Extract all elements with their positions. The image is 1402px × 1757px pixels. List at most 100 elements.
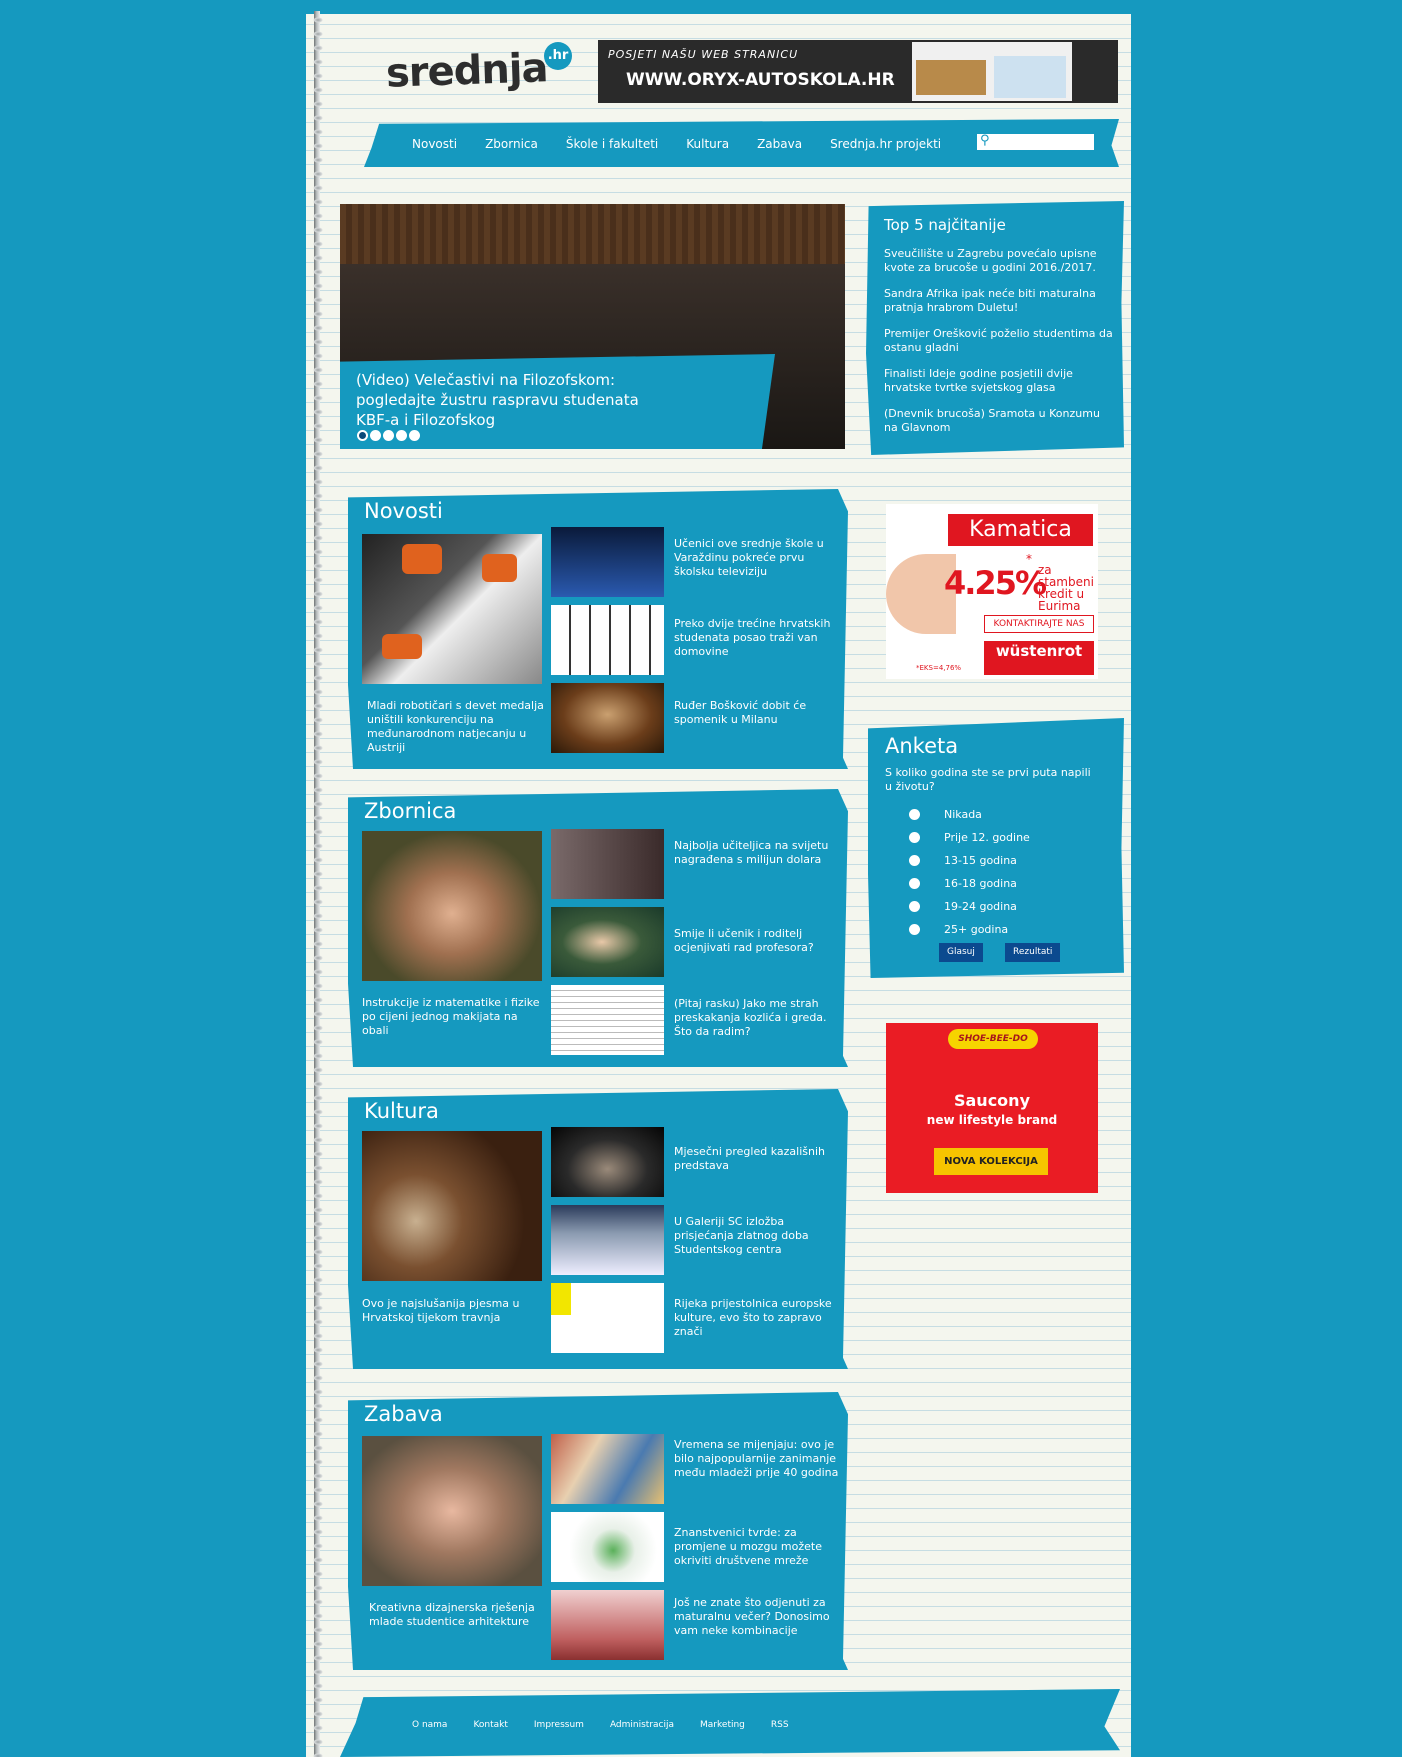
radio-button[interactable] — [909, 901, 920, 912]
article-thumb — [551, 683, 664, 753]
footer-link-rss[interactable]: RSS — [771, 1720, 789, 1730]
list-item[interactable]: Najbolja učiteljica na svijetu nagrađena… — [551, 829, 841, 899]
section-novosti: Novosti Mladi robotičari s devet medalja… — [348, 489, 848, 769]
footer-link-administracija[interactable]: Administracija — [610, 1720, 674, 1730]
vote-button[interactable]: Glasuj — [939, 943, 983, 962]
kamatica-ad[interactable]: Kamatica 4.25% * za stambeni kredit u Eu… — [886, 504, 1098, 679]
radio-button[interactable] — [909, 832, 920, 843]
article-title[interactable]: U Galeriji SC izložba prisjećanja zlatno… — [674, 1215, 839, 1257]
list-item[interactable]: Učenici ove srednje škole u Varaždinu po… — [551, 527, 841, 597]
featured-slider[interactable]: (Video) Velečastivi na Filozofskom: pogl… — [340, 204, 845, 449]
nova-kolekcija-button[interactable]: NOVA KOLEKCIJA — [934, 1148, 1048, 1175]
poll-option-label: 25+ godina — [944, 923, 1009, 936]
list-item[interactable]: Vremena se mijenjaju: ovo je bilo najpop… — [551, 1434, 841, 1504]
slider-dot-1[interactable] — [357, 430, 368, 441]
section-title[interactable]: Zabava — [364, 1402, 443, 1426]
radio-button[interactable] — [909, 924, 920, 935]
slider-dot-4[interactable] — [396, 430, 407, 441]
banner-line1: POSJETI NAŠU WEB STRANICU — [608, 48, 799, 61]
list-item[interactable]: Znanstvenici tvrde: za promjene u mozgu … — [551, 1512, 841, 1582]
main-article-image[interactable] — [362, 1436, 542, 1586]
article-title[interactable]: Mjesečni pregled kazališnih predstava — [674, 1145, 839, 1173]
footer-link-kontakt[interactable]: Kontakt — [473, 1720, 507, 1730]
top5-item[interactable]: (Dnevnik brucoša) Sramota u Konzumu na G… — [884, 407, 1114, 435]
top5-item[interactable]: Finalisti Ideje godine posjetili dvije h… — [884, 367, 1114, 395]
main-article-title[interactable]: Ovo je najslušanija pjesma u Hrvatskoj t… — [362, 1297, 542, 1325]
section-title[interactable]: Kultura — [364, 1099, 439, 1123]
main-article-image[interactable] — [362, 534, 542, 684]
list-item[interactable]: Preko dvije trećine hrvatskih studenata … — [551, 605, 841, 675]
article-title[interactable]: Znanstvenici tvrde: za promjene u mozgu … — [674, 1526, 839, 1568]
article-thumb — [551, 527, 664, 597]
site-logo[interactable]: srednja — [385, 45, 548, 97]
article-title[interactable]: Učenici ove srednje škole u Varaždinu po… — [674, 537, 839, 579]
logo-hr-badge: .hr — [544, 42, 572, 70]
nav-zbornica[interactable]: Zbornica — [485, 137, 538, 151]
article-title[interactable]: Ruđer Bošković dobit će spomenik u Milan… — [674, 699, 839, 727]
nav-kultura[interactable]: Kultura — [686, 137, 729, 151]
main-article-title[interactable]: Kreativna dizajnerska rješenja mlade stu… — [369, 1601, 549, 1629]
ad-contact-button[interactable]: KONTAKTIRAJTE NAS — [984, 615, 1094, 633]
results-button[interactable]: Rezultati — [1005, 943, 1061, 962]
list-item[interactable]: (Pitaj rasku) Jako me strah preskakanja … — [551, 985, 841, 1055]
article-thumb — [551, 1127, 664, 1197]
main-article-title[interactable]: Mladi robotičari s devet medalja uništil… — [367, 699, 547, 755]
article-title[interactable]: Još ne znate što odjenuti za maturalnu v… — [674, 1596, 839, 1638]
top5-item[interactable]: Sandra Afrika ipak neće biti maturalna p… — [884, 287, 1114, 315]
radio-button[interactable] — [909, 855, 920, 866]
poll-option[interactable]: 13-15 godina — [909, 849, 1030, 872]
list-item[interactable]: Rijeka prijestolnica europske kulture, e… — [551, 1283, 841, 1353]
ad-rate: 4.25% — [944, 564, 1047, 602]
top-banner-ad[interactable]: POSJETI NAŠU WEB STRANICU WWW.ORYX-AUTOS… — [598, 40, 1118, 103]
article-title[interactable]: Najbolja učiteljica na svijetu nagrađena… — [674, 839, 839, 867]
article-title[interactable]: Smije li učenik i roditelj ocjenjivati r… — [674, 927, 839, 955]
list-item[interactable]: U Galeriji SC izložba prisjećanja zlatno… — [551, 1205, 841, 1275]
ad-subtitle: za stambeni kredit u Eurima — [1038, 563, 1094, 613]
poll-option[interactable]: 16-18 godina — [909, 872, 1030, 895]
slide-image-wall — [340, 204, 845, 264]
ad-tagline: new lifestyle brand — [926, 1113, 1058, 1127]
nav-novosti[interactable]: Novosti — [412, 137, 457, 151]
shoebeedo-logo: SHOE-BEE-DO — [948, 1029, 1038, 1049]
article-title[interactable]: Vremena se mijenjaju: ovo je bilo najpop… — [674, 1438, 839, 1480]
list-item[interactable]: Ruđer Bošković dobit će spomenik u Milan… — [551, 683, 841, 753]
list-item[interactable]: Još ne znate što odjenuti za maturalnu v… — [551, 1590, 841, 1660]
slide-title[interactable]: (Video) Velečastivi na Filozofskom: pogl… — [356, 370, 656, 430]
article-title[interactable]: Preko dvije trećine hrvatskih studenata … — [674, 617, 839, 659]
search-input[interactable]: ⚲ — [977, 133, 1094, 150]
footer-link-onama[interactable]: O nama — [412, 1720, 447, 1730]
list-item[interactable]: Smije li učenik i roditelj ocjenjivati r… — [551, 907, 841, 977]
saucony-ad[interactable]: SHOE-BEE-DO Saucony new lifestyle brand … — [886, 1023, 1098, 1193]
nav-zabava[interactable]: Zabava — [757, 137, 802, 151]
top5-item[interactable]: Sveučilište u Zagrebu povećalo upisne kv… — [884, 247, 1114, 275]
poll-option[interactable]: Nikada — [909, 803, 1030, 826]
poll-option[interactable]: Prije 12. godine — [909, 826, 1030, 849]
radio-button[interactable] — [909, 878, 920, 889]
slide-caption: (Video) Velečastivi na Filozofskom: pogl… — [340, 354, 775, 449]
section-title[interactable]: Novosti — [364, 499, 443, 523]
article-thumb — [551, 1590, 664, 1660]
section-title[interactable]: Zbornica — [364, 799, 456, 823]
slider-dot-3[interactable] — [383, 430, 394, 441]
main-article-title[interactable]: Instrukcije iz matematike i fizike po ci… — [362, 996, 542, 1038]
poll-option[interactable]: 25+ godina — [909, 918, 1030, 941]
slider-dot-5[interactable] — [409, 430, 420, 441]
section-zbornica: Zbornica Instrukcije iz matematike i fiz… — [348, 789, 848, 1067]
nav-skole[interactable]: Škole i fakulteti — [566, 137, 658, 151]
slider-dot-2[interactable] — [370, 430, 381, 441]
list-item[interactable]: Mjesečni pregled kazališnih predstava — [551, 1127, 841, 1197]
main-article-image[interactable] — [362, 1131, 542, 1281]
radio-button[interactable] — [909, 809, 920, 820]
poll-option[interactable]: 19-24 godina — [909, 895, 1030, 918]
nav-projekti[interactable]: Srednja.hr projekti — [830, 137, 941, 151]
article-thumb — [551, 907, 664, 977]
poll-box: Anketa S koliko godina ste se prvi puta … — [868, 718, 1124, 978]
footer-link-impressum[interactable]: Impressum — [534, 1720, 584, 1730]
footer: O nama Kontakt Impressum Administracija … — [340, 1689, 1120, 1757]
main-article-image[interactable] — [362, 831, 542, 981]
top5-item[interactable]: Premijer Orešković poželio studentima da… — [884, 327, 1114, 355]
article-title[interactable]: (Pitaj rasku) Jako me strah preskakanja … — [674, 997, 839, 1039]
footer-link-marketing[interactable]: Marketing — [700, 1720, 745, 1730]
search-icon[interactable]: ⚲ — [980, 133, 990, 148]
article-title[interactable]: Rijeka prijestolnica europske kulture, e… — [674, 1297, 839, 1339]
